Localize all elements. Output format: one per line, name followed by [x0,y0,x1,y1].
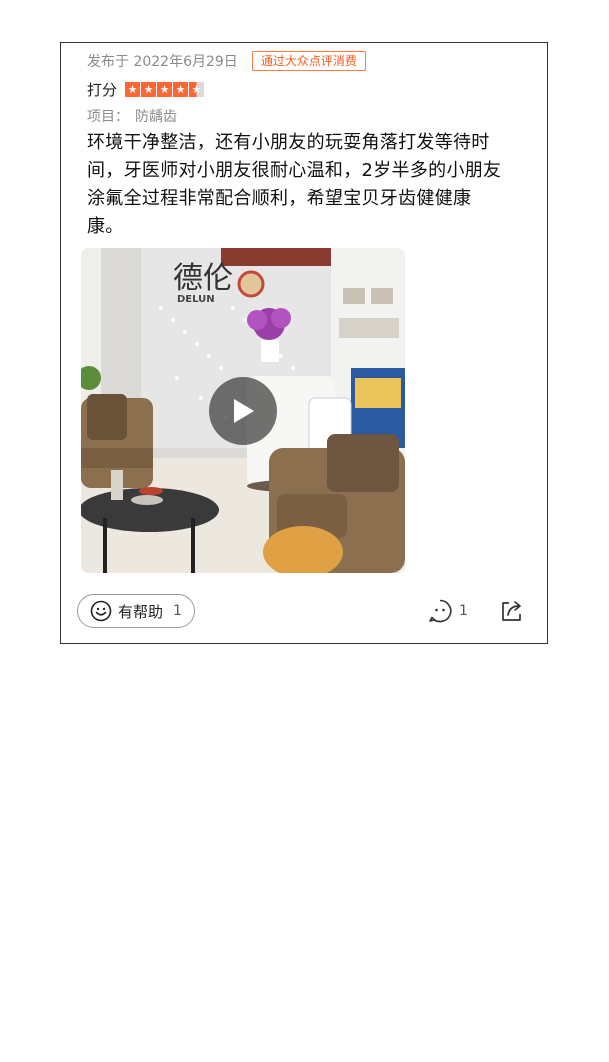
project-label: 项目： [87,109,129,125]
helpful-count: 1 [173,603,182,619]
review-meta: 发布于 2022年6月29日 通过大众点评消费 [87,51,366,71]
helpful-label: 有帮助 [118,602,164,621]
helpful-button[interactable]: 有帮助 1 [77,594,195,628]
star-icon: ★ [125,82,141,97]
smile-icon [90,600,112,622]
star-icon: ★ [173,82,189,97]
play-icon [234,399,254,423]
clinic-sign: 德伦 [173,261,233,296]
comment-count: 1 [459,603,468,619]
play-button[interactable] [209,377,277,445]
share-button[interactable] [499,598,525,628]
rating-stars: ★ ★ ★ ★ ★ [125,82,205,97]
star-icon: ★ [157,82,173,97]
project-row: 项目： 防龋齿 [87,106,177,126]
comment-icon [429,599,452,623]
consumption-badge: 通过大众点评消费 [251,51,366,71]
share-icon [502,601,521,621]
star-icon: ★ [141,82,157,97]
project-value: 防龋齿 [135,109,177,125]
publish-date: 发布于 2022年6月29日 [87,54,238,70]
rating-row: 打分 ★ ★ ★ ★ ★ [87,79,205,100]
review-video[interactable]: 德伦 DELUN [81,248,405,573]
clinic-sign-sub: DELUN [177,294,215,305]
half-star-icon: ★ [189,82,205,97]
review-text: 环境干净整洁，还有小朋友的玩耍角落打发等待时间，牙医师对小朋友很耐心温和，2岁半… [87,132,502,237]
comment-button[interactable]: 1 [427,598,468,624]
rating-label: 打分 [87,81,118,99]
review-card: 发布于 2022年6月29日 通过大众点评消费 打分 ★ ★ ★ ★ ★ 项目：… [60,42,548,644]
